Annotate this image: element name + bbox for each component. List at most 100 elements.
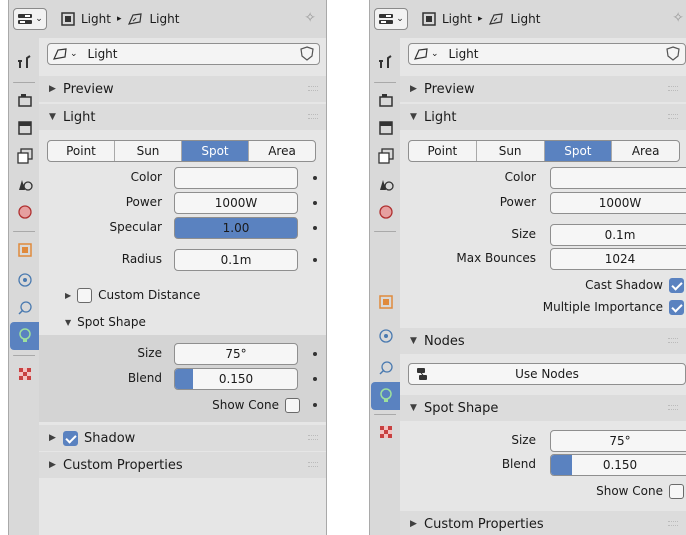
light-type-point[interactable]: Point: [48, 141, 115, 161]
blend-slider[interactable]: 0.150: [174, 368, 298, 390]
color-swatch[interactable]: [550, 167, 686, 189]
drag-grip-icon[interactable]: [668, 405, 678, 410]
show-cone-checkbox[interactable]: [669, 483, 684, 499]
tab-physics[interactable]: [10, 266, 39, 294]
tab-object[interactable]: [371, 288, 400, 316]
subsection-custom-distance[interactable]: ▶ Custom Distance: [39, 282, 326, 308]
tab-tool[interactable]: [10, 48, 39, 76]
tab-physics[interactable]: [371, 322, 400, 350]
max-bounces-field[interactable]: 1024: [550, 248, 686, 270]
blend-row: Blend 0.150: [400, 454, 686, 476]
keyframe-dot-icon[interactable]: [313, 403, 317, 407]
tab-scene[interactable]: [10, 170, 39, 198]
multiple-importance-checkbox[interactable]: [669, 299, 684, 315]
use-nodes-button[interactable]: Use Nodes: [408, 363, 686, 385]
chevron-down-icon: ⌄: [70, 49, 78, 59]
tab-constraints[interactable]: [371, 354, 400, 382]
render-icon: [378, 94, 393, 107]
node-tree-icon: [417, 368, 427, 380]
editor-type-button[interactable]: ⌄: [374, 8, 408, 30]
show-cone-checkbox[interactable]: [285, 397, 300, 413]
drag-grip-icon[interactable]: [308, 435, 318, 440]
section-shadow[interactable]: ▶ Shadow: [39, 425, 326, 451]
tab-object[interactable]: [10, 236, 39, 264]
tab-output[interactable]: [371, 114, 400, 142]
tab-render[interactable]: [371, 86, 400, 114]
cast-shadow-checkbox[interactable]: [669, 277, 684, 293]
section-light[interactable]: ▼ Light: [39, 104, 326, 130]
specular-slider[interactable]: 1.00: [174, 217, 298, 239]
tab-render[interactable]: [10, 86, 39, 114]
tab-separator: [374, 82, 396, 83]
power-field[interactable]: 1000W: [550, 192, 686, 214]
power-field[interactable]: 1000W: [174, 192, 298, 214]
light-type-point[interactable]: Point: [409, 141, 477, 161]
drag-grip-icon[interactable]: [308, 462, 318, 467]
properties-tabs: [370, 38, 400, 535]
color-swatch[interactable]: [174, 167, 298, 189]
tab-texture[interactable]: [371, 418, 400, 446]
breadcrumb-data[interactable]: Light: [510, 12, 540, 26]
keyframe-dot-icon[interactable]: [313, 176, 317, 180]
section-preview[interactable]: ▶ Preview: [400, 76, 686, 102]
keyframe-dot-icon[interactable]: [313, 352, 317, 356]
light-datablock-selector[interactable]: ⌄ Light: [47, 43, 320, 65]
light-type-sun[interactable]: Sun: [477, 141, 545, 161]
keyframe-dot-icon[interactable]: [313, 201, 317, 205]
drag-grip-icon[interactable]: [668, 521, 678, 526]
drag-grip-icon[interactable]: [308, 86, 318, 91]
pin-icon[interactable]: ✧: [304, 10, 316, 26]
tab-light-data[interactable]: [10, 322, 39, 350]
power-row: Power 1000W: [39, 192, 326, 214]
section-custom-properties[interactable]: ▶ Custom Properties: [39, 452, 326, 478]
tab-light-data[interactable]: [371, 382, 400, 410]
radius-field[interactable]: 0.1m: [174, 249, 298, 271]
shadow-checkbox[interactable]: [63, 430, 78, 446]
section-light[interactable]: ▼ Light: [400, 104, 686, 130]
section-custom-properties[interactable]: ▶ Custom Properties: [400, 511, 686, 535]
drag-grip-icon[interactable]: [308, 114, 318, 119]
tab-tool[interactable]: [371, 48, 400, 76]
drag-grip-icon[interactable]: [668, 86, 678, 91]
light-type-sun[interactable]: Sun: [115, 141, 182, 161]
fake-user-shield-icon[interactable]: [299, 46, 315, 62]
light-type-spot[interactable]: Spot: [182, 141, 249, 161]
spot-size-field[interactable]: 75°: [550, 430, 686, 452]
light-type-area[interactable]: Area: [249, 141, 315, 161]
size-field[interactable]: 0.1m: [550, 224, 686, 246]
editor-type-button[interactable]: ⌄: [13, 8, 47, 30]
keyframe-dot-icon[interactable]: [313, 258, 317, 262]
light-type-spot[interactable]: Spot: [544, 141, 613, 161]
tab-constraints[interactable]: [10, 294, 39, 322]
fake-user-shield-icon[interactable]: [665, 46, 681, 62]
tab-scene[interactable]: [371, 170, 400, 198]
drag-grip-icon[interactable]: [668, 114, 678, 119]
tab-view-layer[interactable]: [371, 142, 400, 170]
subsection-spot-shape[interactable]: ▼ Spot Shape: [39, 309, 326, 335]
bulb-icon: [18, 328, 31, 342]
tab-world[interactable]: [10, 198, 39, 226]
light-type-selector: Point Sun Spot Area: [47, 140, 316, 162]
datablock-name[interactable]: Light: [88, 47, 118, 61]
section-spot-shape[interactable]: ▼ Spot Shape: [400, 395, 686, 421]
drag-grip-icon[interactable]: [668, 338, 678, 343]
tab-view-layer[interactable]: [10, 142, 39, 170]
tab-output[interactable]: [10, 114, 39, 142]
light-datablock-selector[interactable]: ⌄ Light: [408, 43, 686, 65]
datablock-name[interactable]: Light: [449, 47, 479, 61]
tab-world[interactable]: [371, 198, 400, 226]
pin-icon[interactable]: ✧: [672, 10, 684, 26]
spot-size-field[interactable]: 75°: [174, 343, 298, 365]
keyframe-dot-icon[interactable]: [313, 377, 317, 381]
breadcrumb-object[interactable]: Light: [81, 12, 111, 26]
section-nodes[interactable]: ▼ Nodes: [400, 328, 686, 354]
blend-slider[interactable]: 0.150: [550, 454, 686, 476]
keyframe-dot-icon[interactable]: [313, 226, 317, 230]
custom-distance-checkbox[interactable]: [77, 287, 93, 303]
light-type-area[interactable]: Area: [612, 141, 679, 161]
breadcrumb-object[interactable]: Light: [442, 12, 472, 26]
blend-row: Blend 0.150: [39, 368, 326, 390]
section-preview[interactable]: ▶ Preview: [39, 76, 326, 102]
tab-texture[interactable]: [10, 360, 39, 388]
breadcrumb-data[interactable]: Light: [149, 12, 179, 26]
